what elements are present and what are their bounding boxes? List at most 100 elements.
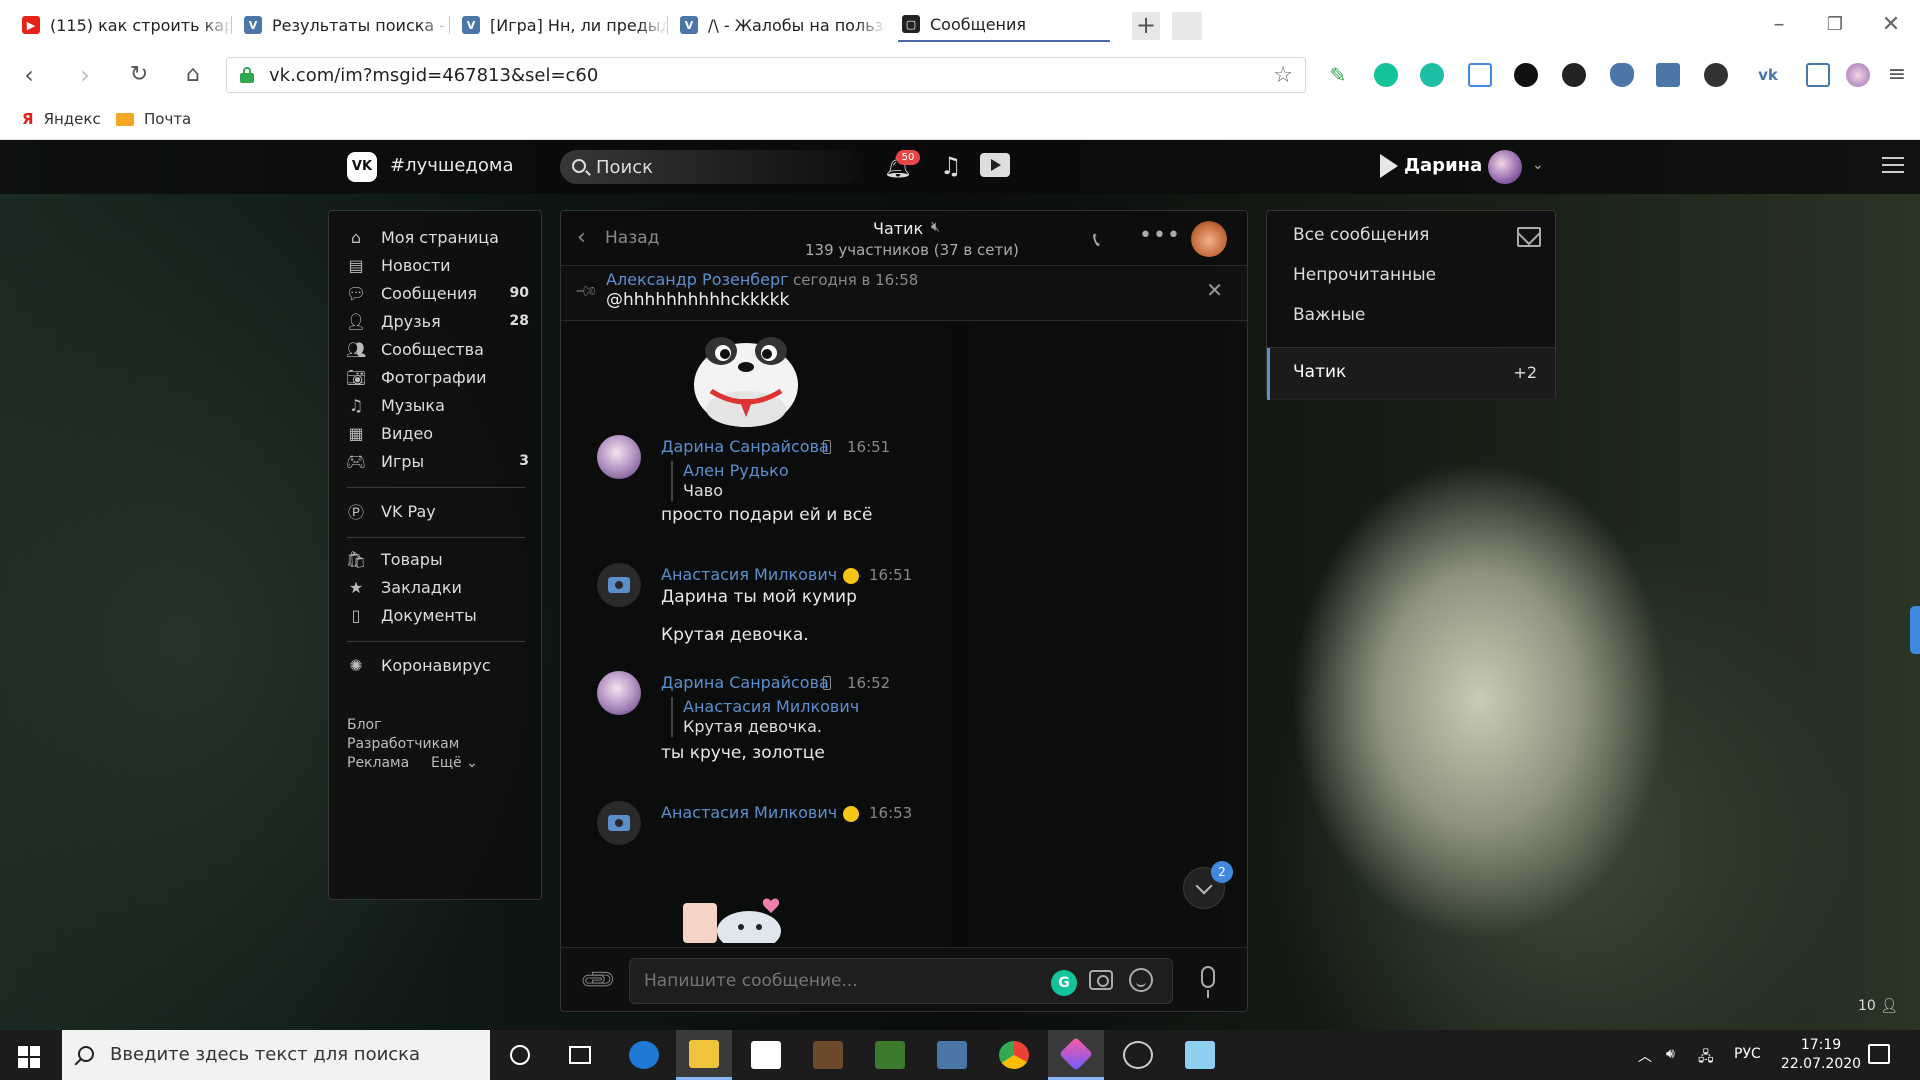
minimize-button[interactable]: –	[1764, 10, 1794, 40]
microphone-icon[interactable]	[1201, 966, 1215, 998]
vk-shield-app-icon[interactable]	[924, 1030, 980, 1080]
restore-button[interactable]: ❐	[1820, 10, 1850, 40]
chevron-up-icon[interactable]: ︿	[1638, 1046, 1652, 1066]
message-time[interactable]: 16:52	[847, 674, 890, 692]
clock[interactable]: 17:19 22.07.2020	[1776, 1036, 1866, 1074]
pinned-author[interactable]: Александр Розенберг	[606, 270, 789, 289]
edge-icon[interactable]	[616, 1030, 672, 1080]
phone-call-icon[interactable]: 📞︎	[1093, 227, 1100, 251]
sidebar-item-communities[interactable]: 👥︎ Сообщества	[346, 337, 529, 361]
browser-tab-youtube[interactable]: ▶ (115) как строить карт	[22, 8, 232, 42]
bookmark-yandex[interactable]: Я Яндекс	[22, 110, 101, 128]
online-count[interactable]: 10 👤︎	[1858, 998, 1898, 1014]
emoji-smile-icon[interactable]	[1129, 968, 1153, 992]
profile-avatar-icon[interactable]	[1846, 63, 1870, 87]
avatar[interactable]	[597, 563, 641, 607]
sidebar-item-vkpay[interactable]: Ⓟ VK Pay	[347, 499, 529, 523]
header-user-name[interactable]: Дарина	[1404, 155, 1482, 176]
chat-members-count[interactable]: 139 участников (37 в сети)	[805, 241, 1019, 259]
message-author[interactable]: Анастасия Милкович	[661, 803, 837, 822]
reply-quote[interactable]: Ален Рудько Чаво	[671, 461, 789, 501]
header-avatar[interactable]	[1488, 150, 1522, 184]
back-arrow-icon[interactable]: ‹	[577, 225, 586, 250]
vk-logo[interactable]: VK	[347, 152, 377, 182]
sidebar-item-goods[interactable]: 🛍︎ Товары	[346, 547, 529, 571]
grammarly-icon[interactable]: G	[1051, 970, 1077, 996]
taskbar-search-input[interactable]: Введите здесь текст для поиска	[62, 1030, 490, 1080]
pinned-message[interactable]: 📌︎ Александр Розенберг сегодня в 16:58 @…	[561, 265, 1247, 321]
home-icon[interactable]: ⌂	[180, 62, 206, 88]
address-bar[interactable]: vk.com/im?msgid=467813&sel=c60 ☆	[226, 57, 1306, 93]
sidebar-item-documents[interactable]: ▯ Документы	[347, 603, 529, 627]
more-options-icon[interactable]: •••	[1139, 223, 1181, 248]
bookmark-mail[interactable]: Почта	[116, 110, 191, 128]
heart-extension-icon[interactable]	[1610, 63, 1634, 87]
cortana-icon[interactable]	[492, 1030, 548, 1080]
vk-extension-icon[interactable]	[1562, 63, 1586, 87]
filter-chat-selected[interactable]: Чатик +2	[1267, 348, 1555, 400]
obs-icon[interactable]	[1110, 1030, 1166, 1080]
reload-icon[interactable]: ↻	[126, 62, 152, 88]
browser-tab-messages[interactable]: ▢ Сообщения	[898, 8, 1110, 42]
avatar[interactable]	[597, 435, 641, 479]
message-time[interactable]: 16:51	[869, 566, 912, 584]
browser-app-icon[interactable]	[1048, 1030, 1104, 1080]
ghost-extension-icon[interactable]	[1704, 63, 1728, 87]
avatar[interactable]	[597, 801, 641, 845]
pen-icon[interactable]: ✎	[1326, 63, 1350, 87]
sidebar-item-coronavirus[interactable]: ✺ Коронавирус	[347, 653, 529, 677]
chrome-icon[interactable]	[986, 1030, 1042, 1080]
chat-avatar[interactable]	[1191, 221, 1227, 257]
chat-title[interactable]: Чатик	[873, 219, 923, 238]
settings-sliders-icon[interactable]	[1882, 155, 1904, 175]
message-author[interactable]: Анастасия Милкович	[661, 565, 837, 584]
owl-extension-icon[interactable]	[1514, 63, 1538, 87]
vk-shield-extension-icon[interactable]	[1656, 63, 1680, 87]
music-icon[interactable]: ♫	[940, 152, 962, 180]
filter-all-messages[interactable]: Все сообщения	[1293, 225, 1429, 245]
message-author[interactable]: Дарина Санрайсова	[661, 673, 829, 692]
sidebar-item-my-page[interactable]: ⌂ Моя страница	[347, 225, 529, 249]
attach-paperclip-icon[interactable]: 📎︎	[578, 959, 619, 1000]
video-player-icon[interactable]	[980, 153, 1010, 177]
filter-important[interactable]: Важные	[1293, 305, 1365, 325]
vk-logo-extension-icon[interactable]: vk	[1756, 63, 1780, 87]
notepad-icon[interactable]	[1172, 1030, 1228, 1080]
menu-icon[interactable]: ≡	[1884, 62, 1910, 88]
footer-more-link[interactable]: Ещё ⌄	[431, 755, 478, 771]
bookmark-star-icon[interactable]: ☆	[1273, 63, 1293, 88]
task-view-icon[interactable]	[552, 1030, 608, 1080]
footer-dev-link[interactable]: Разработчикам	[347, 736, 459, 752]
language-indicator[interactable]: РУС	[1734, 1046, 1761, 1062]
avatar[interactable]	[597, 671, 641, 715]
sidebar-item-bookmarks[interactable]: ★ Закладки	[347, 575, 529, 599]
store-icon[interactable]	[738, 1030, 794, 1080]
browser-tab-game[interactable]: V [Игра] Нн, ли предыду	[462, 8, 668, 42]
file-explorer-icon[interactable]	[676, 1030, 732, 1080]
sidebar-item-friends[interactable]: 👤︎ Друзья 28	[346, 309, 529, 333]
message-author[interactable]: Дарина Санрайсова	[661, 437, 829, 456]
sidebar-item-news[interactable]: ▤ Новости	[347, 253, 529, 277]
message-time[interactable]: 16:53	[869, 804, 912, 822]
sidebar-item-games[interactable]: 🎮︎ Игры 3	[346, 449, 529, 473]
back-icon[interactable]: ‹	[16, 62, 42, 88]
sidebar-item-messages[interactable]: 💬︎ Сообщения 90	[346, 281, 529, 305]
back-button[interactable]: Назад	[605, 228, 659, 248]
footer-blog-link[interactable]: Блог	[347, 717, 381, 733]
reply-quote[interactable]: Анастасия Милкович Крутая девочка.	[671, 697, 859, 737]
minecraft-launcher-icon[interactable]	[862, 1030, 918, 1080]
side-scroll-handle[interactable]	[1910, 606, 1920, 654]
incognito-icon[interactable]	[1172, 12, 1202, 40]
browser-tab-complaints[interactable]: V /\ - Жалобы на пользо	[680, 8, 886, 42]
sidebar-item-photos[interactable]: 📷︎ Фотографии	[346, 365, 529, 389]
close-window-button[interactable]: ✕	[1876, 10, 1906, 40]
close-icon[interactable]: ✕	[1206, 278, 1223, 302]
m-extension-icon[interactable]	[1420, 63, 1444, 87]
grammarly-icon[interactable]	[1374, 63, 1398, 87]
shield-icon[interactable]	[1806, 63, 1830, 87]
message-time[interactable]: 16:51	[847, 438, 890, 456]
chevron-down-icon[interactable]: ⌄	[1532, 157, 1544, 173]
network-icon[interactable]: 🖧︎	[1698, 1046, 1714, 1070]
mark-read-envelope-icon[interactable]	[1517, 227, 1541, 247]
camera-icon[interactable]	[1089, 970, 1113, 990]
